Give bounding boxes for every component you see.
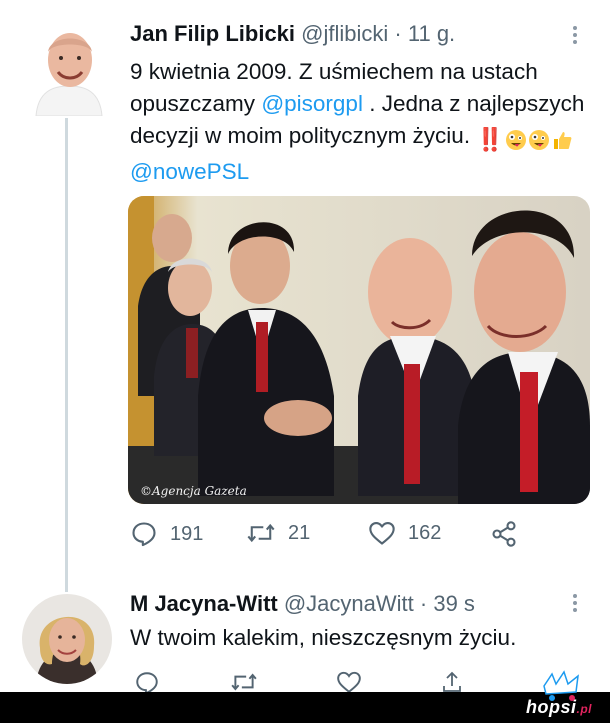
thumbs-up-icon <box>554 132 572 149</box>
emoji-group: ‼️ <box>476 124 573 156</box>
retweet-icon <box>247 523 275 543</box>
reply-icon <box>132 522 156 547</box>
more-icon[interactable] <box>572 594 578 615</box>
reply-author-name[interactable]: M Jacyna-Witt <box>130 591 278 616</box>
tweet-text: 9 kwietnia 2009. Z uśmiechem na ustach o… <box>130 56 590 188</box>
author-name[interactable]: Jan Filip Libicki <box>130 21 295 46</box>
more-icon[interactable] <box>572 26 578 47</box>
reply-author-handle[interactable]: @JacynaWitt <box>284 591 414 616</box>
tweet-header: Jan Filip Libicki @jflibicki · 11 g. <box>130 20 455 48</box>
heart-icon <box>369 522 395 545</box>
reply-count: 191 <box>170 522 204 545</box>
share-button[interactable] <box>490 520 518 548</box>
mention-link[interactable]: @nowePSL <box>130 159 249 184</box>
photo-credit: ©Agencja Gazeta <box>140 484 247 498</box>
share-icon <box>492 521 516 547</box>
reply-timestamp[interactable]: 39 s <box>433 591 475 616</box>
mention-link[interactable]: @pisorgpl <box>261 91 363 116</box>
author-handle[interactable]: @jflibicki <box>301 21 388 46</box>
like-button[interactable]: 162 <box>368 520 441 546</box>
separator-dot: · <box>394 21 402 46</box>
retweet-count: 21 <box>288 521 311 544</box>
retweet-button[interactable] <box>230 670 258 694</box>
tweet-timestamp[interactable]: 11 g. <box>408 21 455 46</box>
brand-logo-icon <box>543 670 579 701</box>
tweet-photo[interactable]: ©Agencja Gazeta <box>128 196 590 504</box>
double-exclamation-emoji: ‼️ <box>476 127 505 152</box>
retweet-icon <box>231 673 257 691</box>
thread-line <box>65 118 68 592</box>
reply-author-avatar[interactable] <box>22 594 112 684</box>
author-avatar[interactable] <box>30 22 108 116</box>
watermark-bar: hopsi.pl <box>0 692 610 723</box>
tweet-actions: 191 21 162 <box>130 520 530 556</box>
reply-text: W twoim kalekim, nieszczęsnym życiu. <box>130 625 517 650</box>
separator-dot: · <box>419 591 428 616</box>
reply-header: M Jacyna-Witt @JacynaWitt · 39 s <box>130 590 475 618</box>
upload-icon <box>443 671 461 692</box>
reply-actions <box>130 670 590 695</box>
like-button[interactable] <box>336 670 362 694</box>
heart-icon <box>337 671 361 693</box>
like-count: 162 <box>408 521 442 544</box>
stats-button[interactable] <box>440 670 464 694</box>
reply-button[interactable]: 191 <box>130 520 203 548</box>
zany-face-icon <box>506 130 527 150</box>
zany-face-icon <box>529 130 550 150</box>
retweet-button[interactable]: 21 <box>246 520 310 546</box>
